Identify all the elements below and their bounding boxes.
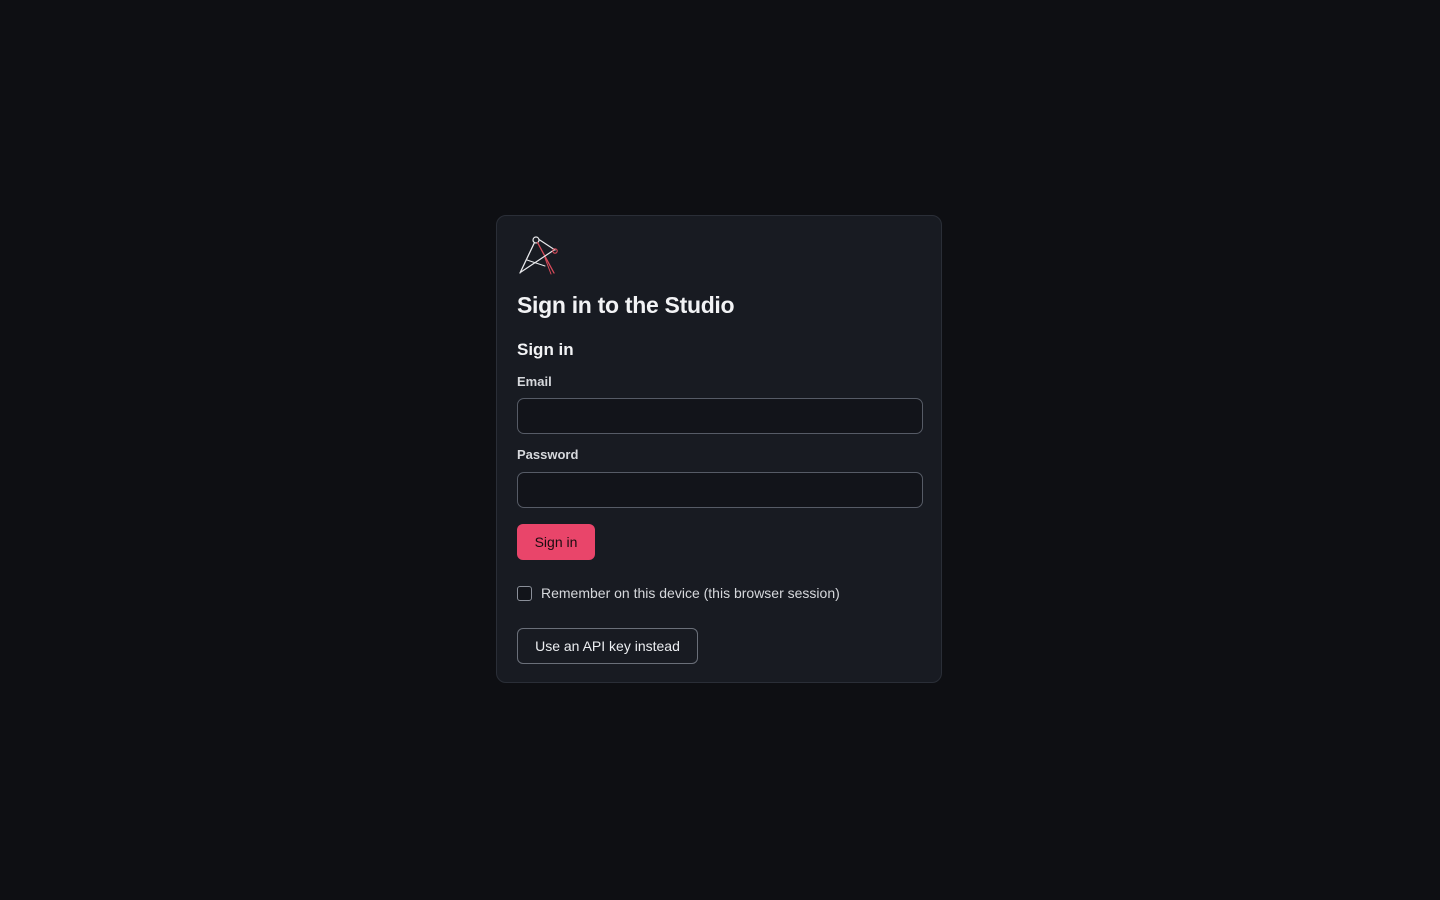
form-subtitle: Sign in — [517, 340, 574, 359]
logo-icon — [519, 236, 558, 275]
sign-in-button[interactable]: Sign in — [517, 524, 595, 560]
email-label: Email — [517, 374, 552, 389]
page-title: Sign in to the Studio — [517, 292, 735, 318]
sign-in-card: Sign in to the Studio Sign in Email Pass… — [496, 215, 942, 683]
remember-device-checkbox[interactable] — [517, 585, 532, 601]
remember-device-row[interactable]: Remember on this device (this browser se… — [517, 585, 840, 601]
password-field[interactable] — [517, 472, 923, 508]
email-field[interactable] — [517, 398, 923, 434]
use-api-key-button[interactable]: Use an API key instead — [517, 628, 698, 664]
remember-device-label[interactable]: Remember on this device (this browser se… — [541, 585, 840, 601]
password-label: Password — [517, 447, 579, 462]
